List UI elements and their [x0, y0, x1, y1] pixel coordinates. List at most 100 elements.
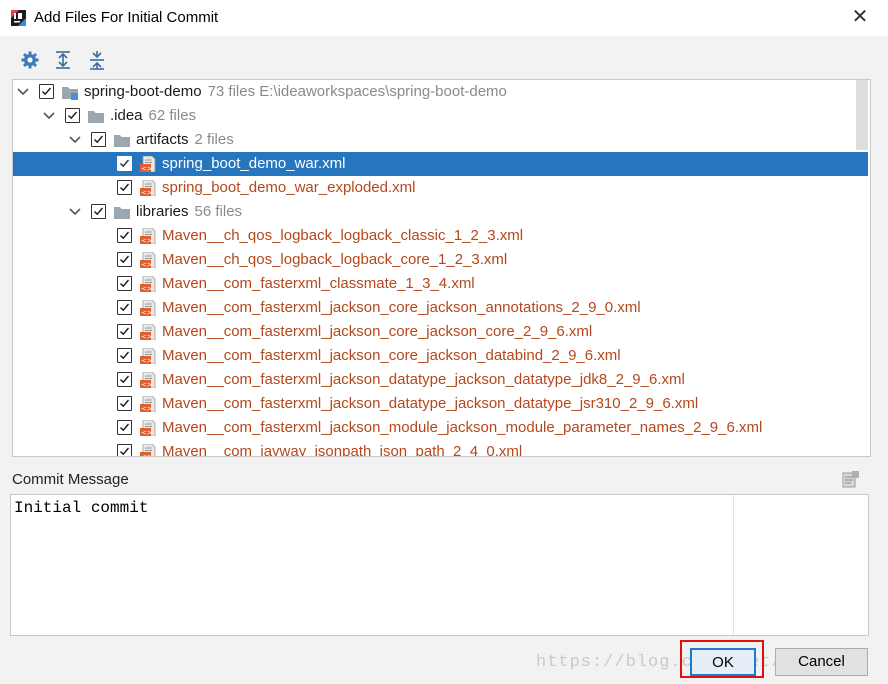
svg-text:<>: <>	[141, 237, 152, 244]
tree-file-row[interactable]: <> Maven__com_fasterxml_jackson_datatype_…	[13, 368, 868, 392]
row-meta: 73 files E:\ideaworkspaces\spring-boot-d…	[207, 83, 507, 100]
row-label: spring_boot_demo_war.xml	[162, 155, 346, 172]
file-name: Maven__com_fasterxml_jackson_core_jackso…	[162, 320, 592, 344]
include-checkbox[interactable]	[117, 180, 132, 195]
tree-file-row[interactable]: <> Maven__ch_qos_logback_logback_core_1_2…	[13, 248, 868, 272]
tree-file-row[interactable]: <> Maven__ch_qos_logback_logback_classic_…	[13, 224, 868, 248]
tree-file-row[interactable]: <> Maven__com_fasterxml_jackson_core_jack…	[13, 296, 868, 320]
include-checkbox[interactable]	[117, 156, 132, 171]
row-label: Maven__ch_qos_logback_logback_classic_1_…	[162, 227, 524, 244]
folder-name: artifacts 2 files	[136, 128, 234, 152]
xml-file-icon: <>	[140, 276, 156, 292]
tree-scrollbar[interactable]	[856, 80, 868, 150]
svg-text:<>: <>	[141, 165, 152, 172]
tree-file-row[interactable]: <> Maven__com_fasterxml_jackson_datatype_…	[13, 392, 868, 416]
include-checkbox[interactable]	[117, 420, 132, 435]
row-label: Maven__com_fasterxml_jackson_datatype_ja…	[162, 395, 699, 412]
file-name: Maven__com_fasterxml_classmate_1_3_4.xml	[162, 272, 475, 296]
xml-file-icon: <>	[140, 396, 156, 412]
xml-file-icon: <>	[140, 180, 156, 196]
chevron-down-icon[interactable]	[42, 104, 56, 128]
dialog-title: Add Files For Initial Commit	[34, 9, 219, 26]
include-checkbox[interactable]	[91, 132, 106, 147]
cancel-button[interactable]: Cancel	[775, 648, 868, 676]
include-checkbox[interactable]	[91, 204, 106, 219]
tree-folder-row[interactable]: artifacts 2 files	[13, 128, 868, 152]
tree-file-row[interactable]: <> Maven__com_fasterxml_jackson_core_jack…	[13, 344, 868, 368]
row-meta: 62 files	[148, 107, 197, 124]
xml-file-icon: <>	[140, 228, 156, 244]
svg-text:<>: <>	[141, 285, 152, 292]
dialog-titlebar: Add Files For Initial Commit ✕	[0, 0, 888, 36]
file-name: Maven__com_fasterxml_jackson_datatype_ja…	[162, 368, 685, 392]
include-checkbox[interactable]	[117, 228, 132, 243]
collapse-all-icon[interactable]	[87, 50, 107, 70]
svg-text:<>: <>	[141, 261, 152, 268]
include-checkbox[interactable]	[117, 372, 132, 387]
file-name: Maven__com_fasterxml_jackson_module_jack…	[162, 416, 762, 440]
file-name: Maven__ch_qos_logback_logback_core_1_2_3…	[162, 248, 507, 272]
tree-folder-row[interactable]: .idea 62 files	[13, 104, 868, 128]
xml-file-icon: <>	[140, 444, 156, 457]
file-name: spring_boot_demo_war_exploded.xml	[162, 176, 416, 200]
folder-icon	[88, 111, 104, 123]
include-checkbox[interactable]	[117, 300, 132, 315]
include-checkbox[interactable]	[117, 348, 132, 363]
svg-text:<>: <>	[141, 357, 152, 364]
expand-all-icon[interactable]	[53, 50, 73, 70]
tree-file-row[interactable]: <> spring_boot_demo_war.xml	[13, 152, 868, 176]
row-label: Maven__com_jayway_jsonpath_json_path_2_4…	[162, 443, 523, 457]
row-label: Maven__ch_qos_logback_logback_core_1_2_3…	[162, 251, 508, 268]
right-margin-guide	[733, 495, 734, 635]
tree-file-row[interactable]: <> spring_boot_demo_war_exploded.xml	[13, 176, 868, 200]
include-checkbox[interactable]	[117, 276, 132, 291]
commit-message-text[interactable]: Initial commit	[14, 499, 148, 517]
commit-message-editor[interactable]: Initial commit	[10, 494, 869, 636]
tree-file-row[interactable]: <> Maven__com_fasterxml_jackson_core_jack…	[13, 320, 868, 344]
include-checkbox[interactable]	[65, 108, 80, 123]
changed-files-tree[interactable]: spring-boot-demo 73 files E:\ideaworkspac…	[12, 79, 871, 457]
file-name: Maven__com_jayway_jsonpath_json_path_2_4…	[162, 440, 523, 457]
file-name: Maven__ch_qos_logback_logback_classic_1_…	[162, 224, 523, 248]
row-label: Maven__com_fasterxml_jackson_datatype_ja…	[162, 371, 685, 388]
include-checkbox[interactable]	[117, 252, 132, 267]
file-name: Maven__com_fasterxml_jackson_core_jackso…	[162, 296, 641, 320]
row-label: Maven__com_fasterxml_classmate_1_3_4.xml	[162, 275, 475, 292]
svg-text:<>: <>	[141, 405, 152, 412]
include-checkbox[interactable]	[117, 324, 132, 339]
module-folder-icon	[62, 87, 78, 100]
svg-text:<>: <>	[141, 189, 152, 196]
chevron-down-icon[interactable]	[68, 200, 82, 224]
chevron-down-icon[interactable]	[16, 80, 30, 104]
row-label: spring-boot-demo	[84, 83, 202, 100]
ok-button[interactable]: OK	[690, 648, 756, 676]
row-label: spring_boot_demo_war_exploded.xml	[162, 179, 416, 196]
include-checkbox[interactable]	[117, 396, 132, 411]
tree-file-row[interactable]: <> Maven__com_jayway_jsonpath_json_path_2…	[13, 440, 868, 457]
svg-text:<>: <>	[141, 309, 152, 316]
svg-text:<>: <>	[141, 453, 152, 457]
row-meta: 2 files	[194, 131, 234, 148]
include-checkbox[interactable]	[117, 444, 132, 456]
gear-icon[interactable]	[20, 50, 40, 70]
background-window-edge	[876, 76, 888, 636]
commit-message-label: Commit Message	[12, 471, 129, 488]
row-label: artifacts	[136, 131, 189, 148]
tree-folder-row[interactable]: spring-boot-demo 73 files E:\ideaworkspac…	[13, 80, 868, 104]
xml-file-icon: <>	[140, 156, 156, 172]
xml-file-icon: <>	[140, 348, 156, 364]
intellij-app-icon	[11, 10, 26, 26]
tree-folder-row[interactable]: libraries 56 files	[13, 200, 868, 224]
close-icon[interactable]: ✕	[849, 6, 871, 28]
row-label: .idea	[110, 107, 143, 124]
chevron-down-icon[interactable]	[68, 128, 82, 152]
row-label: Maven__com_fasterxml_jackson_core_jackso…	[162, 323, 593, 340]
svg-text:<>: <>	[141, 333, 152, 340]
tree-file-row[interactable]: <> Maven__com_fasterxml_jackson_module_ja…	[13, 416, 868, 440]
row-meta: 56 files	[194, 203, 243, 220]
xml-file-icon: <>	[140, 252, 156, 268]
xml-file-icon: <>	[140, 324, 156, 340]
commit-history-icon[interactable]	[842, 470, 860, 488]
tree-file-row[interactable]: <> Maven__com_fasterxml_classmate_1_3_4.x…	[13, 272, 868, 296]
include-checkbox[interactable]	[39, 84, 54, 99]
